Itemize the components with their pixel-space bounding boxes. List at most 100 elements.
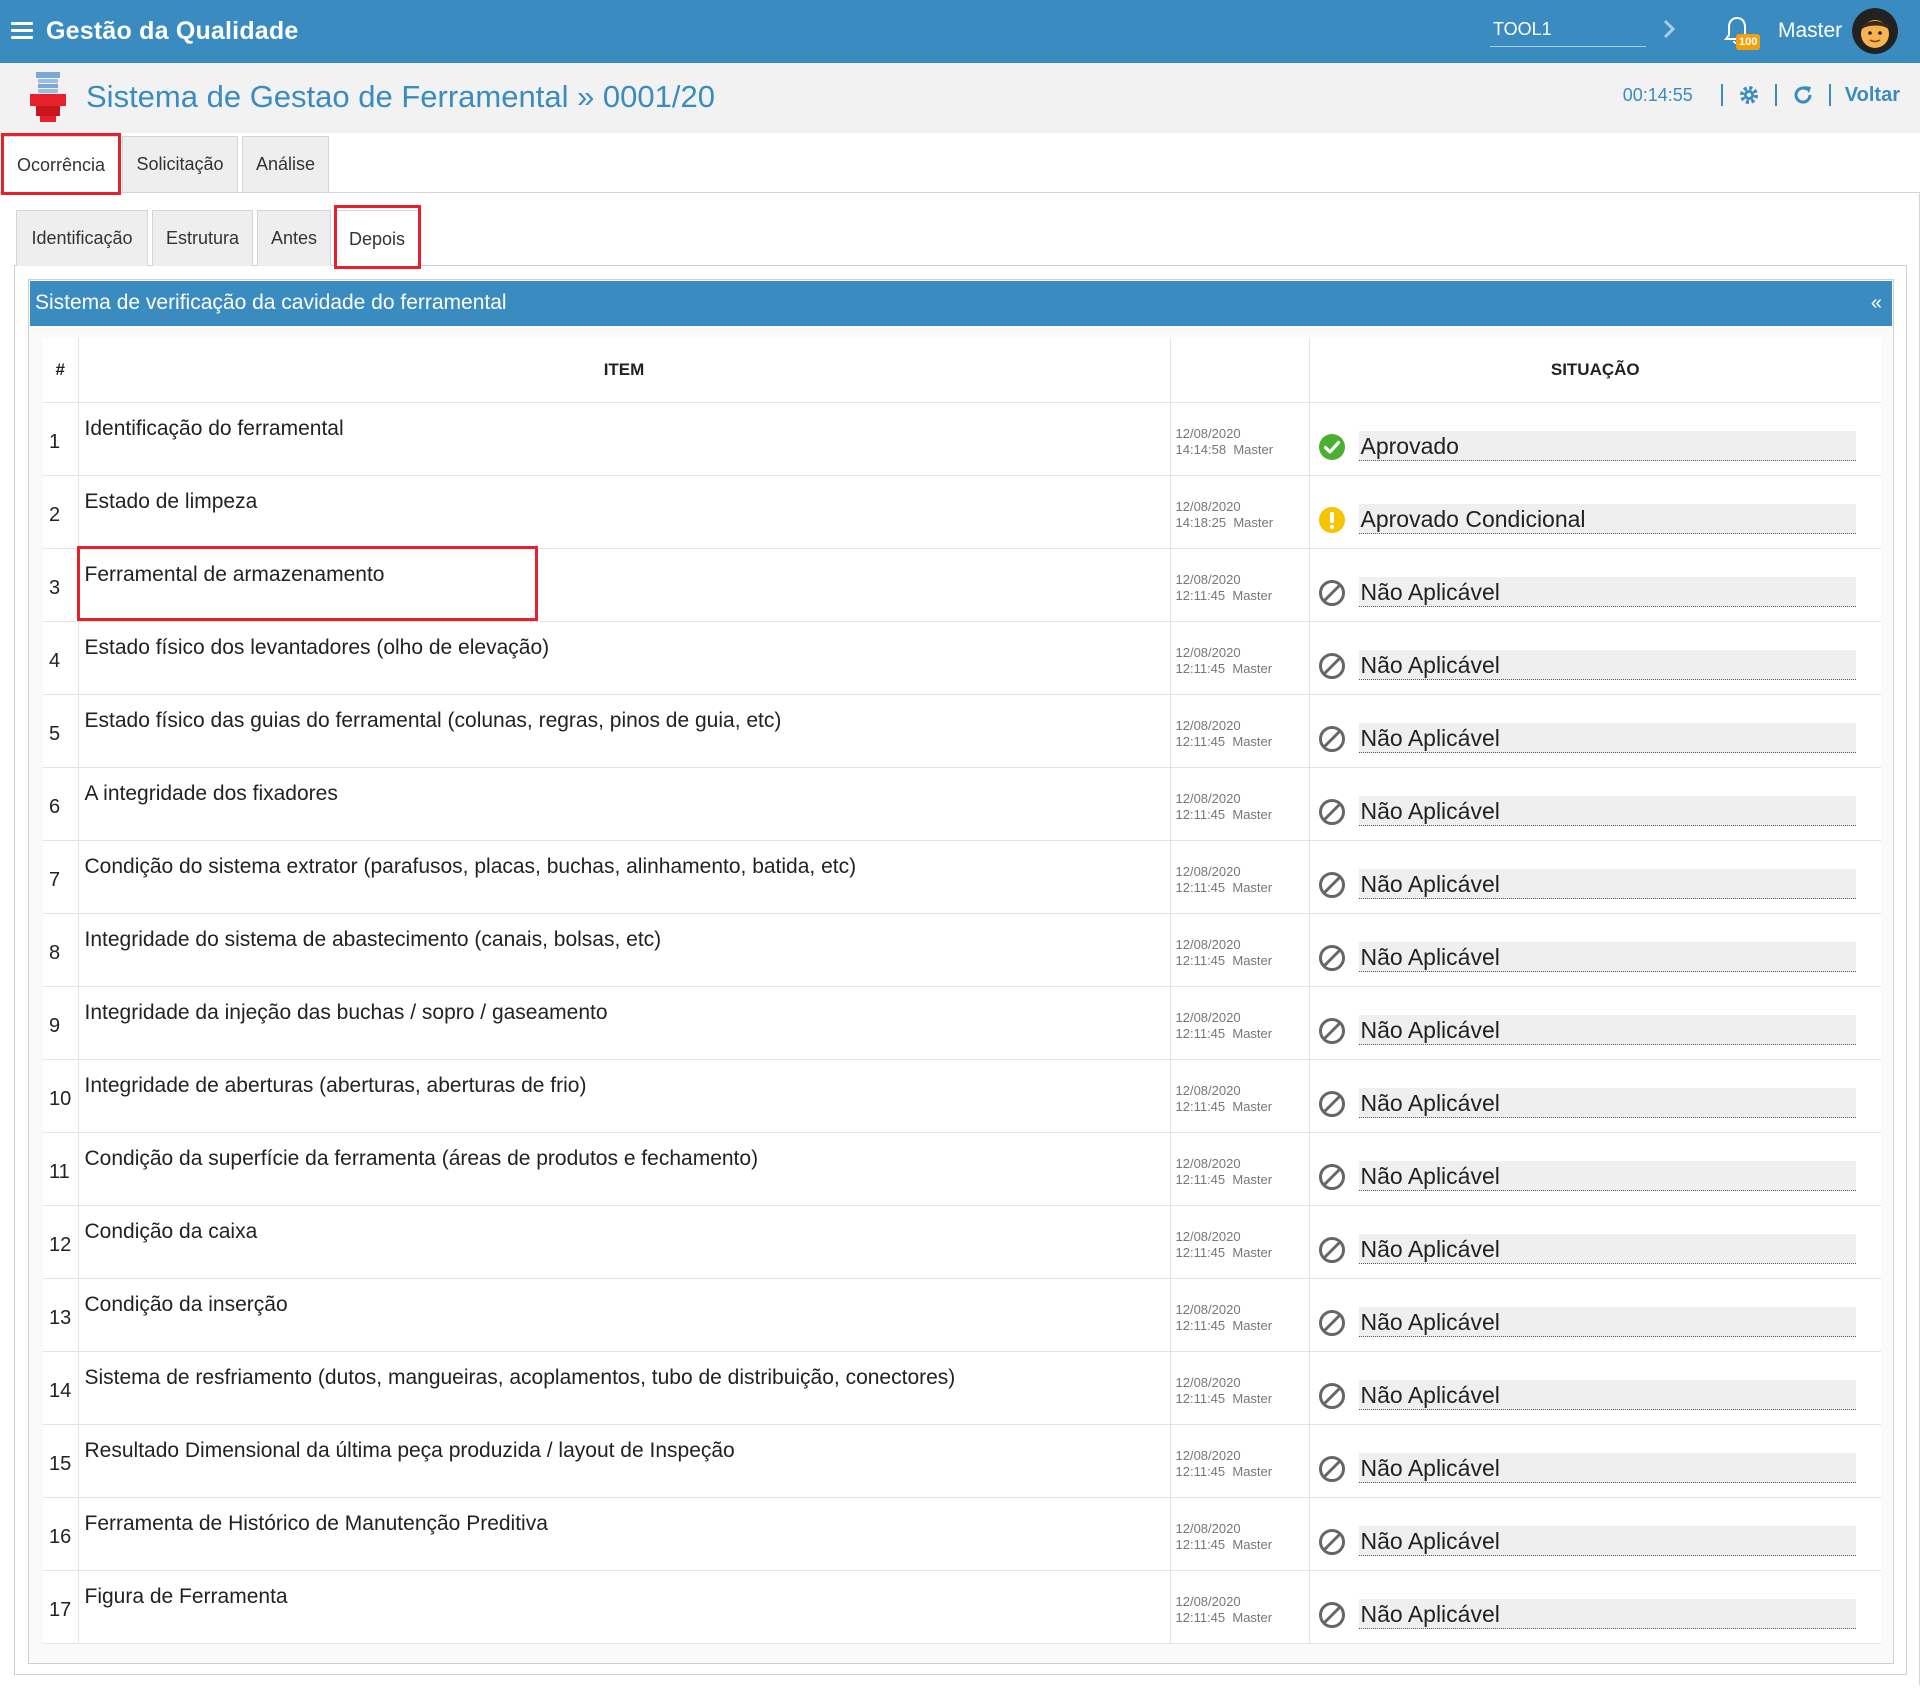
tab-depois[interactable]: Depois (335, 210, 419, 267)
status-cell: Não Aplicável (1309, 1497, 1881, 1571)
chevron-right-icon[interactable] (1660, 17, 1678, 41)
status-cell: Aprovado Condicional (1309, 475, 1881, 549)
user-name[interactable]: Master (1778, 19, 1842, 43)
section-title: Sistema de verificação da cavidade do fe… (35, 291, 507, 314)
page-header: Sistema de Gestao de Ferramental » 0001/… (0, 63, 1920, 133)
row-date: 12/08/2020 (1175, 425, 1241, 441)
status-select[interactable]: Não Aplicável (1358, 1452, 1856, 1483)
divider (1828, 84, 1831, 106)
row-number: 14 (43, 1351, 79, 1425)
status-cell: Não Aplicável (1309, 1205, 1881, 1279)
collapse-icon[interactable]: « (1871, 292, 1882, 315)
not-applicable-icon (1318, 1601, 1346, 1629)
status-control: Não Aplicável (1318, 1014, 1856, 1045)
not-applicable-icon (1318, 1163, 1346, 1191)
tool-input[interactable] (1490, 13, 1646, 47)
row-user: Master (1232, 1098, 1273, 1114)
item-label: Figura de Ferramenta (78, 1570, 1171, 1644)
status-select[interactable]: Não Aplicável (1358, 1233, 1856, 1264)
row-date: 12/08/2020 (1175, 1228, 1241, 1244)
row-time-user: 12:11:45 Master (1176, 953, 1304, 969)
row-user: Master (1232, 660, 1273, 676)
status-select[interactable]: Não Aplicável (1358, 1160, 1856, 1191)
row-user: Master (1232, 1536, 1273, 1552)
status-select[interactable]: Não Aplicável (1358, 1087, 1856, 1118)
row-date: 12/08/2020 (1175, 1374, 1241, 1390)
row-meta: 12/08/2020 12:11:45 Master (1170, 694, 1310, 768)
status-select[interactable]: Não Aplicável (1358, 576, 1856, 607)
status-control: Aprovado (1318, 430, 1856, 461)
divider (1720, 84, 1723, 106)
item-label: Sistema de resfriamento (dutos, mangueir… (78, 1351, 1171, 1425)
gear-icon[interactable] (1737, 83, 1761, 107)
row-time: 12:11:45 (1175, 806, 1226, 822)
refresh-icon[interactable] (1791, 83, 1815, 107)
table-header-row: # ITEM SITUAÇÃO (43, 338, 1881, 403)
row-meta: 12/08/2020 12:11:45 Master (1170, 1132, 1310, 1206)
status-select[interactable]: Não Aplicável (1358, 649, 1856, 680)
row-number: 10 (43, 1059, 79, 1133)
status-select[interactable]: Não Aplicável (1358, 1525, 1856, 1556)
row-number: 13 (43, 1278, 79, 1352)
row-user: Master (1232, 1244, 1273, 1260)
status-select[interactable]: Não Aplicável (1358, 722, 1856, 753)
item-label: Identificação do ferramental (78, 402, 1171, 476)
row-time-user: 12:11:45 Master (1176, 1391, 1304, 1407)
status-select[interactable]: Não Aplicável (1358, 941, 1856, 972)
tab-solicitacao[interactable]: Solicitação (122, 136, 238, 192)
row-meta: 12/08/2020 12:11:45 Master (1170, 913, 1310, 987)
status-control: Não Aplicável (1318, 1160, 1856, 1191)
row-number: 7 (43, 840, 79, 914)
session-timer: 00:14:55 (1622, 84, 1693, 105)
row-date: 12/08/2020 (1175, 644, 1241, 660)
table-row: 15 Resultado Dimensional da última peça p… (43, 1424, 1881, 1498)
item-label: Estado físico dos levantadores (olho de … (78, 621, 1171, 695)
column-header-status: SITUAÇÃO (1309, 338, 1881, 403)
status-select[interactable]: Não Aplicável (1358, 1306, 1856, 1337)
row-time-user: 12:11:45 Master (1176, 1318, 1304, 1334)
row-meta: 12/08/2020 14:18:25 Master (1170, 475, 1310, 549)
row-user: Master (1232, 1317, 1273, 1333)
status-select[interactable]: Não Aplicável (1358, 1598, 1856, 1629)
table-row: 1 Identificação do ferramental 12/08/2020 1… (43, 402, 1881, 476)
status-select[interactable]: Não Aplicável (1358, 1014, 1856, 1045)
not-applicable-icon (1318, 725, 1346, 753)
row-time: 12:11:45 (1175, 587, 1226, 603)
avatar[interactable] (1852, 8, 1898, 54)
tab-antes[interactable]: Antes (257, 210, 331, 266)
tab-label: Análise (255, 154, 316, 174)
hamburger-menu-icon[interactable] (11, 22, 33, 40)
row-date: 12/08/2020 (1175, 717, 1241, 733)
status-select[interactable]: Não Aplicável (1358, 868, 1856, 899)
status-select[interactable]: Aprovado Condicional (1358, 503, 1856, 534)
row-meta: 12/08/2020 12:11:45 Master (1170, 1205, 1310, 1279)
status-select[interactable]: Não Aplicável (1358, 1379, 1856, 1410)
status-select[interactable]: Aprovado (1358, 430, 1856, 461)
table-row: 12 Condição da caixa 12/08/2020 12:11:45 Ma… (43, 1205, 1881, 1279)
tab-analise[interactable]: Análise (242, 136, 329, 192)
table-row: 7 Condição do sistema extrator (parafusos… (43, 840, 1881, 914)
checklist-table-container: # ITEM SITUAÇÃO 1 Identificação do ferram… (43, 338, 1881, 1644)
status-select[interactable]: Não Aplicável (1358, 795, 1856, 826)
tab-estrutura[interactable]: Estrutura (152, 210, 253, 266)
row-date: 12/08/2020 (1175, 1301, 1241, 1317)
tab-identificacao[interactable]: Identificação (16, 210, 148, 266)
not-applicable-icon (1318, 1017, 1346, 1045)
not-applicable-icon (1318, 1090, 1346, 1118)
row-date: 12/08/2020 (1175, 1155, 1241, 1171)
status-cell: Não Aplicável (1309, 986, 1881, 1060)
row-time: 12:11:45 (1175, 1609, 1226, 1625)
row-time-user: 14:14:58 Master (1176, 442, 1304, 458)
row-meta: 12/08/2020 12:11:45 Master (1170, 1497, 1310, 1571)
row-user: Master (1232, 806, 1273, 822)
row-number: 4 (43, 621, 79, 695)
status-control: Não Aplicável (1318, 868, 1856, 899)
row-date: 12/08/2020 (1175, 571, 1241, 587)
row-number: 8 (43, 913, 79, 987)
item-label: Estado físico das guias do ferramental (… (78, 694, 1171, 768)
tab-ocorrencia[interactable]: Ocorrência (2, 136, 120, 193)
status-cell: Não Aplicável (1309, 548, 1881, 622)
check-circle-icon (1318, 433, 1346, 461)
back-link[interactable]: Voltar (1845, 84, 1900, 107)
row-number: 15 (43, 1424, 79, 1498)
